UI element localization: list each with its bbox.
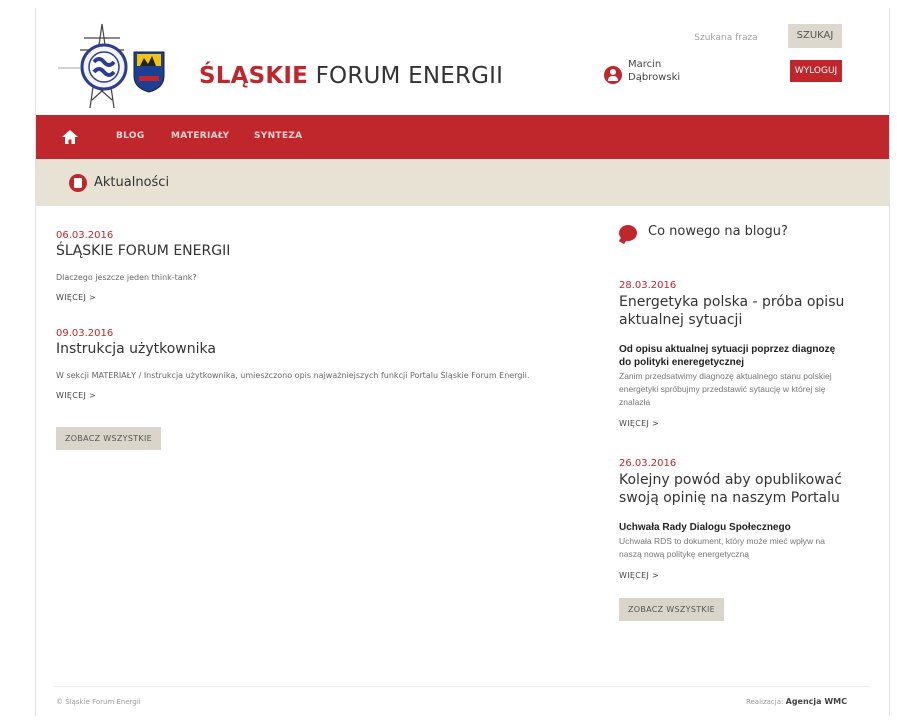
news-list: 06.03.2016 ŚLĄSKIE FORUM ENERGII Dlaczeg… (56, 230, 576, 450)
section-bar: Aktualności (36, 159, 889, 206)
more-link[interactable]: WIĘCEJ > (56, 293, 576, 302)
blog-excerpt: Uchwała RDS to dokument, który może mieć… (619, 536, 825, 559)
blog-sidebar: Co nowego na blogu? 28.03.2016 Energetyk… (619, 222, 849, 621)
header: ŚLĄSKIE FORUM ENERGII SZUKAJ Marcin Dąbr… (36, 8, 889, 115)
site-logo[interactable] (50, 20, 190, 112)
see-all-news-button[interactable]: ZOBACZ WSZYSTKIE (56, 427, 161, 450)
site-title[interactable]: ŚLĄSKIE FORUM ENERGII (199, 63, 503, 89)
news-item: 06.03.2016 ŚLĄSKIE FORUM ENERGII Dlaczeg… (56, 230, 576, 302)
footer-divider (54, 686, 869, 687)
footer-agency-link[interactable]: Agencja WMC (786, 697, 847, 706)
blog-subtitle: Uchwała Rady Dialogu Społecznego (619, 522, 791, 533)
page-frame: ŚLĄSKIE FORUM ENERGII SZUKAJ Marcin Dąbr… (35, 8, 890, 716)
blog-heading-title: Co nowego na blogu? (648, 224, 788, 239)
nav-item-materialy[interactable]: MATERIAŁY (171, 131, 229, 141)
footer-credits: Realizacja: Agencja WMC (746, 697, 847, 706)
news-excerpt: Dlaczego jeszcze jeden think-tank? (56, 273, 197, 282)
news-date: 09.03.2016 (56, 328, 114, 339)
nav-item-synteza[interactable]: SYNTEZA (254, 131, 302, 141)
user-first-name: Marcin (628, 59, 662, 70)
user-icon (604, 66, 622, 84)
more-link[interactable]: WIĘCEJ > (619, 419, 849, 428)
blog-item: 26.03.2016 Kolejny powód aby opublikować… (619, 458, 849, 580)
blog-date: 26.03.2016 (619, 458, 677, 469)
news-excerpt: W sekcji MATERIAŁY / Instrukcja użytkown… (56, 371, 530, 380)
more-link[interactable]: WIĘCEJ > (619, 571, 849, 580)
nav-item-blog[interactable]: BLOG (116, 131, 145, 141)
logo-graphic (58, 23, 165, 109)
user-name[interactable]: Marcin Dąbrowski (628, 58, 708, 84)
site-title-rest: FORUM ENERGII (315, 63, 504, 89)
user-last-name: Dąbrowski (628, 72, 681, 83)
more-link[interactable]: WIĘCEJ > (56, 391, 576, 400)
home-icon[interactable] (61, 128, 79, 146)
news-date: 06.03.2016 (56, 230, 114, 241)
blog-subtitle: Od opisu aktualnej sytuacji poprzez diag… (619, 344, 836, 368)
speech-bubble-icon (619, 225, 637, 241)
search-button[interactable]: SZUKAJ (788, 24, 842, 48)
logout-button[interactable]: WYLOGUJ (790, 60, 842, 82)
news-title[interactable]: ŚLĄSKIE FORUM ENERGII (56, 243, 576, 259)
blog-date: 28.03.2016 (619, 280, 677, 291)
blog-item: 28.03.2016 Energetyka polska - próba opi… (619, 280, 849, 428)
news-item: 09.03.2016 Instrukcja użytkownika W sekc… (56, 328, 576, 400)
blog-title[interactable]: Kolejny powód aby opublikować swoją opin… (619, 471, 849, 507)
blog-heading: Co nowego na blogu? (619, 222, 849, 244)
footer-copyright: © Śląskie Forum Energii (56, 698, 141, 706)
main-nav: BLOG MATERIAŁY SYNTEZA (36, 115, 889, 159)
blog-excerpt: Zanim przedsatwimy diagnozę aktualnego s… (619, 371, 832, 407)
news-title[interactable]: Instrukcja użytkownika (56, 341, 576, 357)
document-icon (69, 174, 87, 192)
search-input[interactable] (676, 27, 776, 49)
site-title-highlight: ŚLĄSKIE (199, 63, 309, 89)
footer-realization-label: Realizacja: (745, 698, 784, 706)
see-all-blog-button[interactable]: ZOBACZ WSZYSTKIE (619, 598, 724, 621)
blog-title[interactable]: Energetyka polska - próba opisu aktualne… (619, 293, 849, 329)
section-title: Aktualności (94, 175, 170, 190)
